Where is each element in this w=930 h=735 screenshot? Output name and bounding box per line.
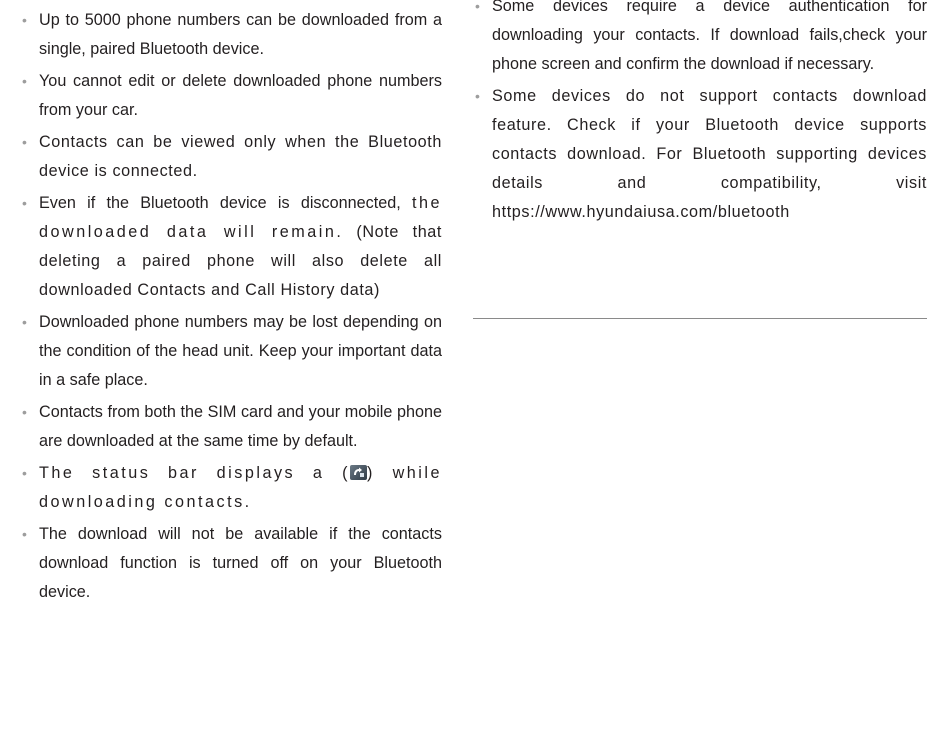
bullet-marker: • (22, 465, 27, 481)
item-text: The status bar displays a ( (39, 464, 350, 482)
bullet-marker: • (22, 195, 27, 211)
list-item: • Up to 5000 phone numbers can be downlo… (20, 6, 442, 64)
item-text: Even if the Bluetooth device is disconne… (39, 194, 401, 212)
bullet-marker: • (22, 404, 27, 420)
list-item: • The download will not be available if … (20, 520, 442, 607)
list-item: • You cannot edit or delete downloaded p… (20, 67, 442, 125)
item-text: Contacts can be viewed only when the Blu… (39, 133, 442, 180)
list-item: • Contacts can be viewed only when the B… (20, 128, 442, 186)
item-text: Up to 5000 phone numbers can be download… (39, 11, 442, 58)
item-text: Downloaded phone numbers may be lost dep… (39, 313, 442, 389)
item-text: You cannot edit or delete downloaded pho… (39, 72, 442, 119)
item-text: Contacts from both the SIM card and your… (39, 403, 442, 450)
item-text: The download will not be available if th… (39, 525, 442, 601)
list-item: • Downloaded phone numbers may be lost d… (20, 308, 442, 395)
list-item: • The status bar displays a () while dow… (20, 459, 442, 517)
list-item: • Some devices require a device authenti… (473, 0, 927, 79)
list-item: • Some devices do not support contacts d… (473, 82, 927, 227)
bullet-marker: • (475, 0, 480, 14)
bullet-marker: • (22, 526, 27, 542)
item-text: Some devices require a device authentica… (492, 0, 927, 73)
list-item: • Contacts from both the SIM card and yo… (20, 398, 442, 456)
item-text: Some devices do not support contacts dow… (492, 87, 927, 221)
section-divider (473, 318, 927, 319)
bullet-marker: • (22, 12, 27, 28)
bullet-marker: • (475, 88, 481, 104)
list-item: • Even if the Bluetooth device is discon… (20, 189, 442, 305)
contacts-download-icon (350, 465, 367, 480)
bullet-marker: • (22, 314, 27, 330)
left-bullet-list: • Up to 5000 phone numbers can be downlo… (20, 6, 442, 610)
bullet-marker: • (22, 134, 28, 150)
bullet-marker: • (22, 73, 27, 89)
right-bullet-list: • Some devices require a device authenti… (473, 0, 927, 230)
